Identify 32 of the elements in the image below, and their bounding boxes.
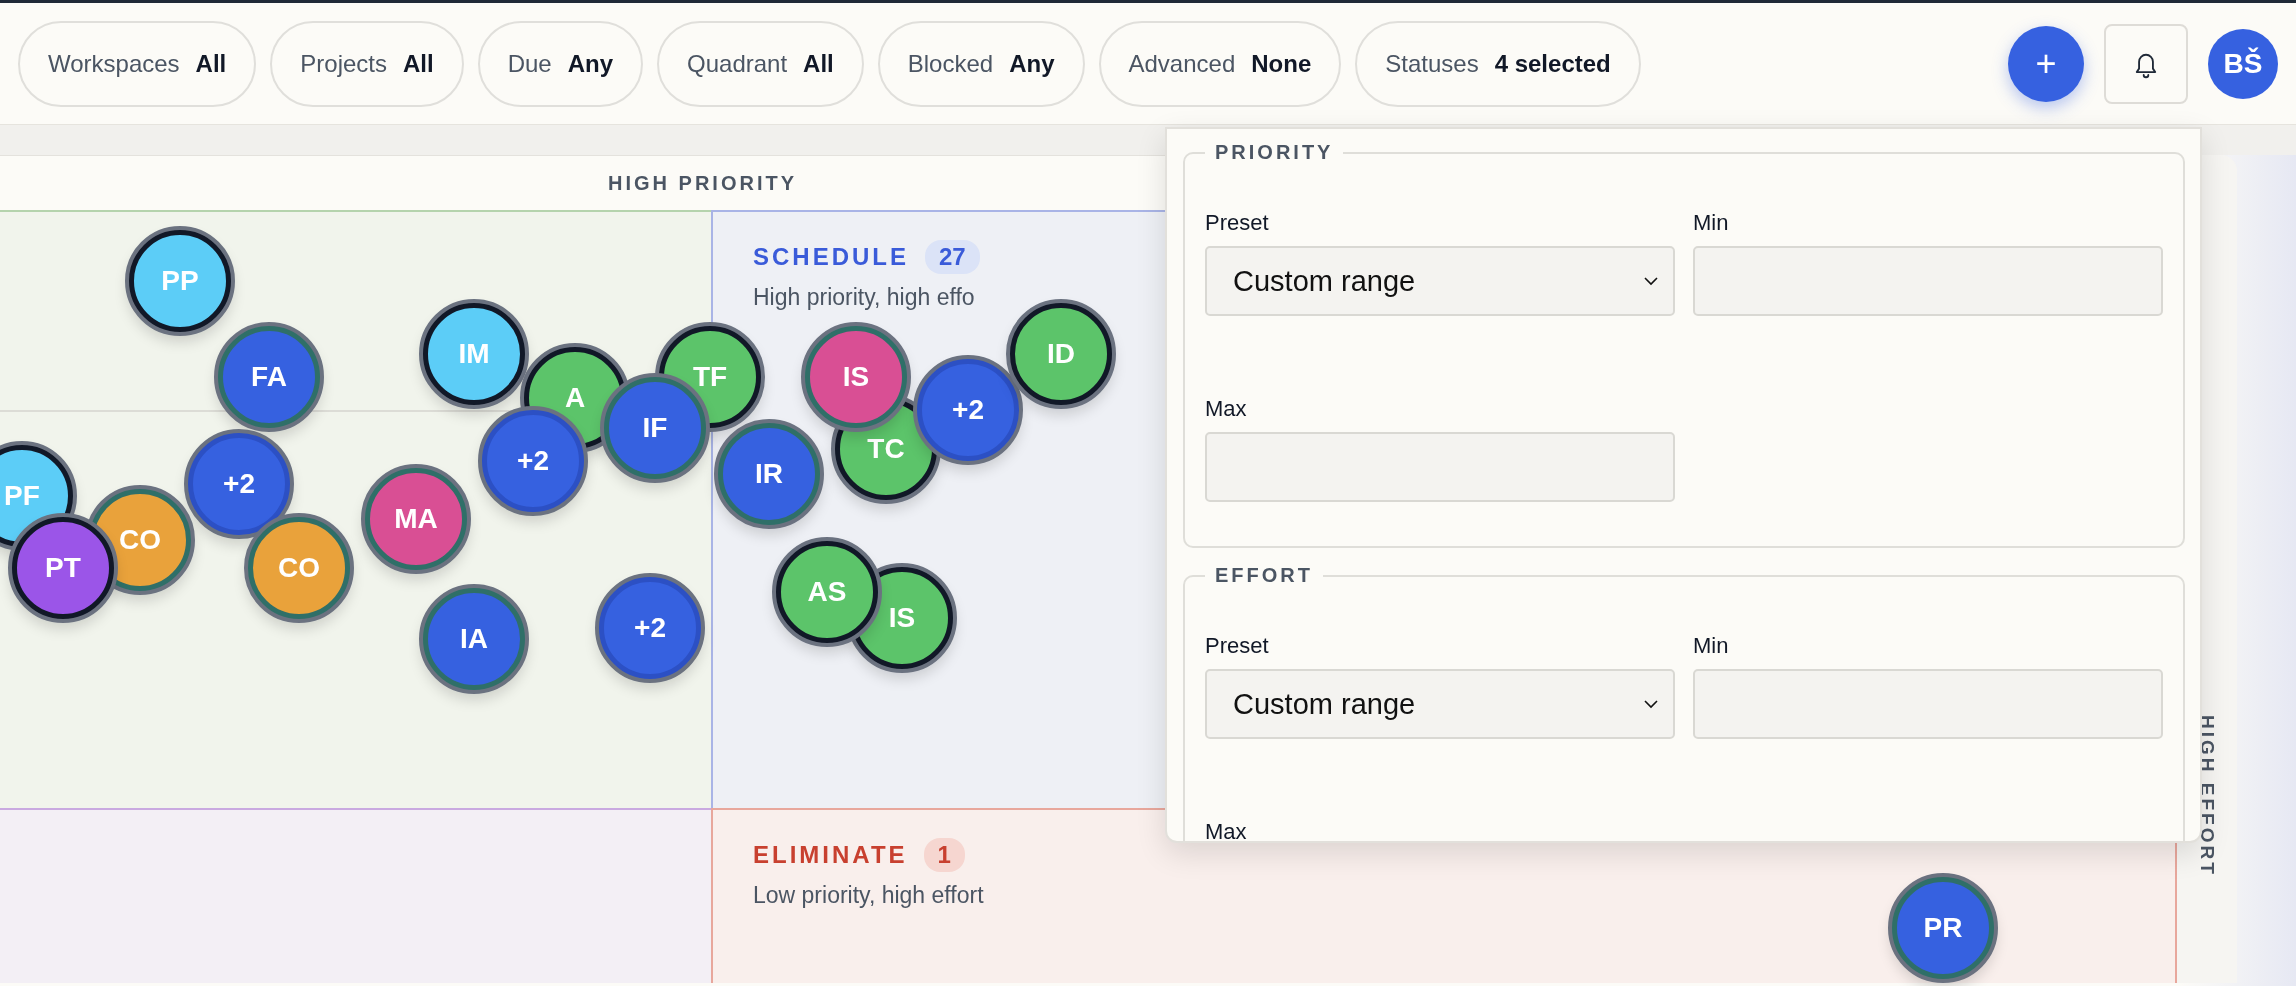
field-label: Max [1205, 396, 1248, 422]
min-input[interactable] [1693, 669, 2163, 739]
filter-chip[interactable]: Due Any [477, 20, 644, 107]
preset-select[interactable]: Custom range [1205, 246, 1675, 316]
field-label: Min [1693, 210, 1730, 236]
quadrant-description: High priority, high effo [753, 284, 975, 311]
quadrant-title: ELIMINATE [753, 841, 908, 869]
user-avatar[interactable]: BŠ [2208, 28, 2278, 99]
filter-chip[interactable]: Quadrant All [657, 20, 864, 107]
field-label: Preset [1205, 633, 1270, 659]
filter-chip[interactable]: Workspaces All [18, 20, 257, 107]
max-input[interactable] [1205, 432, 1675, 502]
fieldset-legend: PRIORITY [1205, 141, 1344, 164]
filter-chip[interactable]: Blocked Any [877, 20, 1085, 107]
field-label: Preset [1205, 210, 1270, 236]
preset-select[interactable]: Custom range [1205, 669, 1675, 739]
filter-chip[interactable]: Advanced None [1098, 20, 1342, 107]
filter-chip[interactable]: Statuses 4 selected [1355, 20, 1641, 107]
chevron-icon [1643, 276, 1659, 286]
quadrant-description: Low priority, high effort [753, 882, 984, 909]
field-label: Min [1693, 633, 1730, 659]
count-badge: 27 [925, 240, 980, 274]
axis-label: HIGH PRIORITY [608, 171, 797, 195]
quadrant-title: SCHEDULE [753, 243, 909, 271]
count-badge: 1 [923, 838, 965, 872]
filter-chip[interactable]: Projects All [270, 20, 464, 107]
chevron-icon [1643, 699, 1659, 709]
min-input[interactable] [1693, 246, 2163, 316]
notifications-button[interactable] [2104, 23, 2188, 104]
field-label: Max [1205, 819, 1248, 841]
fieldset-legend: EFFORT [1205, 564, 1323, 587]
add-button[interactable]: + [2008, 25, 2084, 102]
